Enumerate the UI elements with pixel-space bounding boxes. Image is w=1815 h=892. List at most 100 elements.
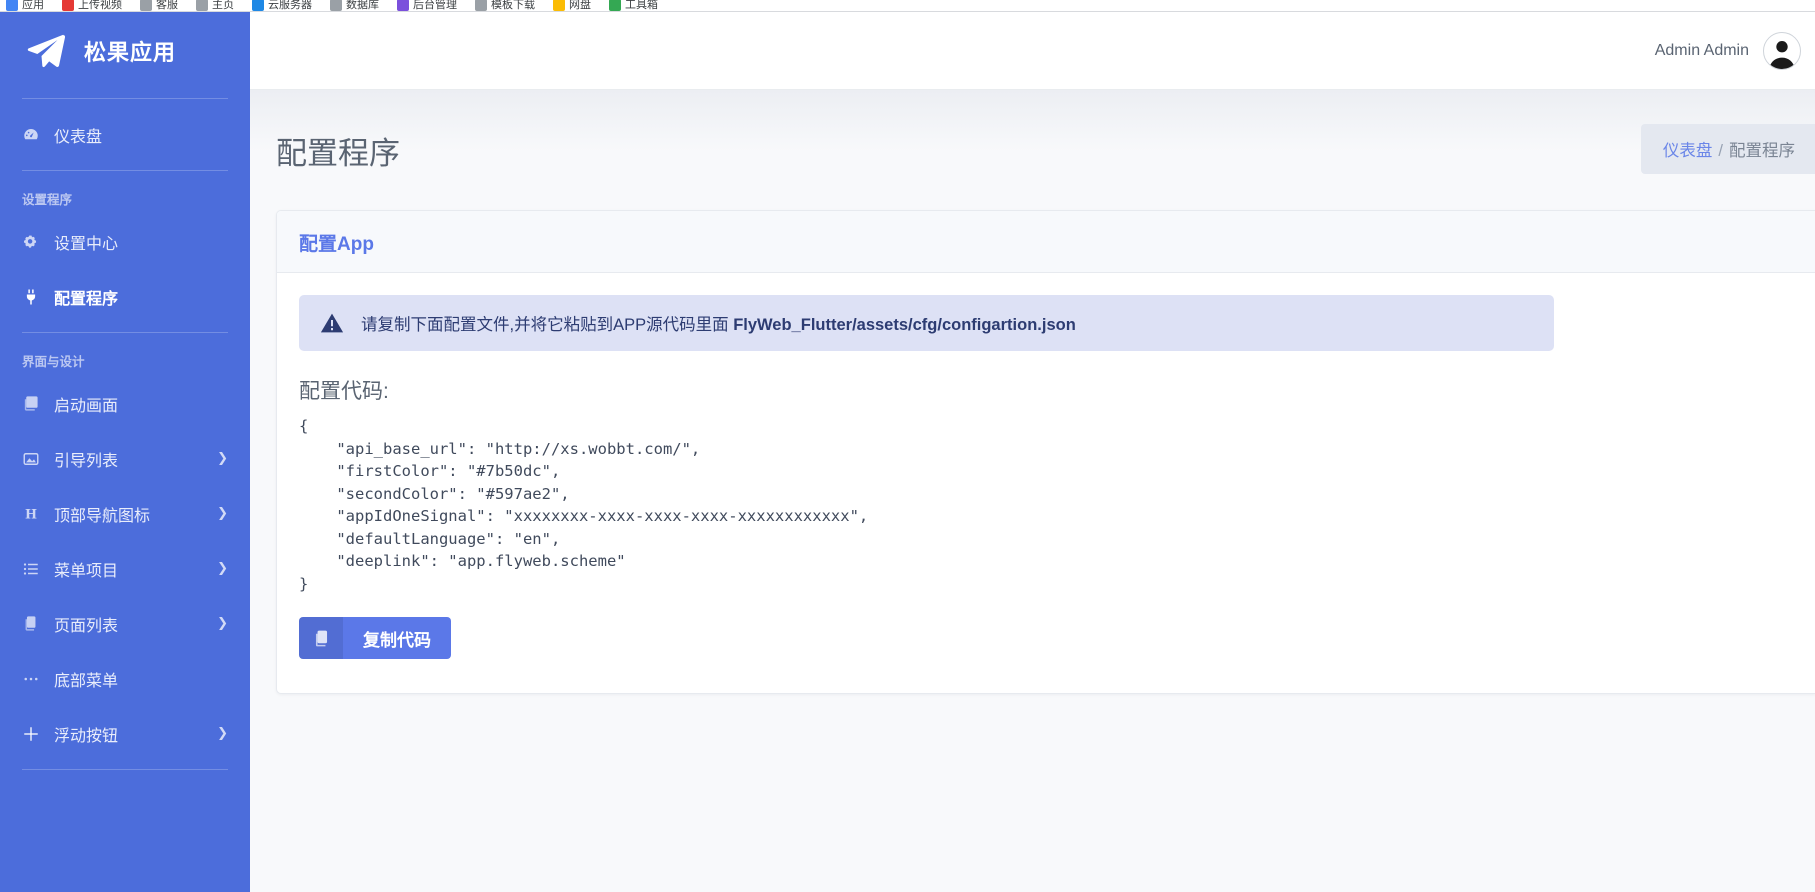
sidebar-item-top-nav-icons[interactable]: H 顶部导航图标 ❯ [0,486,250,541]
config-code-block: { "api_base_url": "http://xs.wobbt.com/"… [299,415,1794,595]
gears-icon [22,233,48,251]
sidebar-brand[interactable]: 松果应用 [0,12,250,90]
bookmark-item[interactable]: 应用 [6,0,44,11]
favicon-icon [196,0,208,11]
sidebar-item-label: 页面列表 [48,612,217,636]
breadcrumb-home-link[interactable]: 仪表盘 [1663,142,1713,160]
sidebar-divider-4 [22,769,228,770]
favicon-icon [553,0,565,11]
config-app-card: 配置App 请复制下面配置文件,并将它粘贴到APP源代码里面 FlyWeb_Fl… [276,210,1815,694]
chevron-right-icon: ❯ [217,616,228,631]
sidebar-heading-settings: 设置程序 [0,179,250,214]
favicon-icon [475,0,487,11]
bookmark-label: 应用 [22,0,44,11]
copy-icon [22,615,48,632]
sidebar-item-bottom-menu[interactable]: 底部菜单 [0,651,250,706]
alert-message: 请复制下面配置文件,并将它粘贴到APP源代码里面 [361,316,733,334]
favicon-icon [609,0,621,11]
sidebar-divider-3 [22,332,228,333]
bookmark-item[interactable]: 上传视频 [62,0,122,11]
instruction-alert: 请复制下面配置文件,并将它粘贴到APP源代码里面 FlyWeb_Flutter/… [299,295,1554,351]
bookmark-label: 主页 [212,0,234,11]
image-icon [22,450,48,468]
alert-text: 请复制下面配置文件,并将它粘贴到APP源代码里面 FlyWeb_Flutter/… [361,311,1076,335]
sidebar-item-label: 底部菜单 [48,667,228,691]
favicon-icon [140,0,152,11]
chevron-right-icon: ❯ [217,561,228,576]
sidebar-item-settings-center[interactable]: 设置中心 [0,214,250,269]
favicon-icon [330,0,342,11]
bookmark-label: 工具箱 [625,0,658,11]
bookmark-item[interactable]: 主页 [196,0,234,11]
sidebar-divider-2 [22,170,228,171]
page-header: 配置程序 仪表盘 / 配置程序 [250,90,1815,210]
bookmark-label: 上传视频 [78,0,122,11]
bookmark-item[interactable]: 模板下载 [475,0,535,11]
card-title: 配置App [299,229,1815,256]
sidebar-heading-ui: 界面与设计 [0,341,250,376]
bookmark-label: 网盘 [569,0,591,11]
sidebar-divider-1 [22,98,228,99]
favicon-icon [62,0,74,11]
sidebar-item-page-list[interactable]: 页面列表 ❯ [0,596,250,651]
sidebar-item-floating-button[interactable]: 浮动按钮 ❯ [0,706,250,761]
sidebar-item-label: 设置中心 [48,230,228,254]
copy-code-button[interactable]: 复制代码 [299,617,451,659]
bookmark-item[interactable]: 后台管理 [397,0,457,11]
bookmark-label: 后台管理 [413,0,457,11]
breadcrumb: 仪表盘 / 配置程序 [1641,124,1815,174]
plug-icon [22,288,48,306]
topbar-username: Admin Admin [1655,42,1749,60]
code-label: 配置代码: [299,375,1794,405]
bookmark-item[interactable]: 云服务器 [252,0,312,11]
sidebar: 松果应用 仪表盘 设置程序 设置中心 配置程序 界面与设计 [0,12,250,892]
sidebar-item-dashboard[interactable]: 仪表盘 [0,107,250,162]
breadcrumb-separator: / [1718,142,1723,160]
sidebar-item-menu-items[interactable]: 菜单项目 ❯ [0,541,250,596]
sidebar-item-label: 菜单项目 [48,557,217,581]
sidebar-item-label: 启动画面 [48,392,228,416]
favicon-icon [6,0,18,11]
sidebar-item-label: 浮动按钮 [48,722,217,746]
favicon-icon [252,0,264,11]
chevron-right-icon: ❯ [217,451,228,466]
alert-file-path: FlyWeb_Flutter/assets/cfg/configartion.j… [733,316,1076,334]
chevron-right-icon: ❯ [217,506,228,521]
bookmark-item[interactable]: 数据库 [330,0,379,11]
sidebar-item-label: 顶部导航图标 [48,502,217,526]
chevron-right-icon: ❯ [217,726,228,741]
window-icon [22,395,48,412]
list-icon [22,560,48,578]
sidebar-item-onboarding-list[interactable]: 引导列表 ❯ [0,431,250,486]
favicon-icon [397,0,409,11]
sidebar-item-configure-app[interactable]: 配置程序 [0,269,250,324]
sidebar-item-label: 配置程序 [48,285,228,309]
card-header: 配置App [277,211,1815,273]
bookmark-item[interactable]: 网盘 [553,0,591,11]
bookmark-item[interactable]: 工具箱 [609,0,658,11]
bookmark-label: 模板下载 [491,0,535,11]
sidebar-item-splash[interactable]: 启动画面 [0,376,250,431]
speedometer-icon [22,126,48,144]
card-body: 请复制下面配置文件,并将它粘贴到APP源代码里面 FlyWeb_Flutter/… [277,273,1815,693]
bookmark-label: 数据库 [346,0,379,11]
breadcrumb-current: 配置程序 [1729,142,1795,160]
bookmark-label: 客服 [156,0,178,11]
topbar: Admin Admin [250,12,1815,90]
user-avatar-icon[interactable] [1763,32,1801,70]
browser-bookmarks-bar: 应用 上传视频 客服 主页 云服务器 数据库 后台管理 模板下载 网盘 工具箱 [0,0,1815,12]
ellipsis-icon [22,670,48,688]
page-title: 配置程序 [276,128,400,173]
svg-text:H: H [25,507,37,522]
bookmark-item[interactable]: 客服 [140,0,178,11]
plus-icon [22,725,48,743]
copy-code-label: 复制代码 [343,617,451,659]
warning-triangle-icon [319,311,345,335]
bookmark-label: 云服务器 [268,0,312,11]
page-content: 配置程序 仪表盘 / 配置程序 配置App 请复制下面配置文件,并将它粘贴到APP源… [250,90,1815,892]
sidebar-item-label: 引导列表 [48,447,217,471]
paper-plane-icon [24,31,68,71]
copy-icon [299,617,343,659]
sidebar-brand-label: 松果应用 [84,35,176,67]
sidebar-item-label: 仪表盘 [48,123,228,147]
